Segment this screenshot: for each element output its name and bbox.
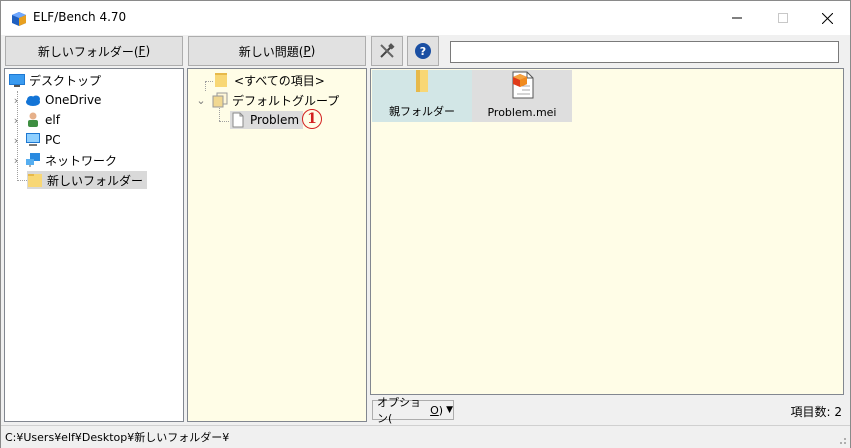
item-count: 項目数: 2	[790, 405, 843, 419]
new-problem-accesskey: P	[303, 44, 311, 58]
new-folder-label: 新しいフォルダー(	[37, 44, 139, 59]
minimize-icon	[732, 17, 742, 19]
problem-file-icon	[509, 71, 535, 102]
chevron-down-icon: ▼	[446, 405, 453, 415]
folder-icon	[214, 72, 230, 88]
user-icon	[25, 112, 41, 128]
tree-item-all-items[interactable]: <すべての項目>	[214, 71, 325, 89]
cloud-icon	[25, 92, 41, 108]
document-icon	[230, 112, 246, 128]
tree-item-label: ネットワーク	[45, 153, 118, 168]
resize-grip-icon[interactable]	[837, 435, 847, 445]
problem-tree-panel: <すべての項目> ⌄ デフォルトグループ Problem 1	[187, 68, 367, 422]
expand-chevron-icon[interactable]: ›	[11, 131, 21, 149]
help-icon: ?	[415, 43, 431, 59]
folder-icon	[27, 172, 43, 188]
title-bar: ELF/Bench 4.70	[1, 1, 850, 35]
tree-item-desktop[interactable]: デスクトップ	[9, 71, 101, 89]
new-problem-label: 新しい問題(	[238, 44, 304, 59]
network-icon	[25, 152, 41, 168]
expand-chevron-icon[interactable]: ›	[11, 91, 21, 109]
tree-item-user[interactable]: elf	[25, 111, 60, 129]
new-folder-accesskey: F	[138, 44, 146, 58]
tree-item-label: <すべての項目>	[234, 73, 325, 88]
desktop-icon	[9, 72, 25, 88]
tile-parent-folder[interactable]: 親フォルダー	[372, 70, 472, 122]
tree-item-label: デスクトップ	[29, 73, 102, 88]
minimize-button[interactable]	[714, 1, 760, 35]
tree-item-label: 新しいフォルダー	[47, 173, 144, 188]
tree-item-label: デフォルトグループ	[232, 93, 340, 108]
tools-icon	[380, 43, 395, 58]
svg-text:?: ?	[420, 45, 426, 58]
tree-item-default-group[interactable]: デフォルトグループ	[212, 91, 339, 109]
new-folder-button[interactable]: 新しいフォルダー(F)	[5, 36, 183, 66]
new-folder-close-paren: )	[145, 44, 151, 58]
file-list-panel: 親フォルダー Problem.mei	[370, 68, 844, 395]
options-close-paren: )	[438, 403, 444, 417]
search-input[interactable]	[450, 41, 839, 63]
tree-item-problem[interactable]: Problem	[230, 111, 304, 129]
options-label: オプション(	[377, 396, 421, 425]
options-accesskey: O	[430, 403, 439, 417]
annotation-marker: 1	[302, 109, 322, 129]
new-problem-button[interactable]: 新しい問題(P)	[188, 36, 366, 66]
collapse-chevron-icon[interactable]: ⌄	[196, 91, 206, 109]
close-button[interactable]	[804, 1, 850, 35]
app-logo-icon	[11, 11, 27, 27]
tree-item-label: OneDrive	[45, 93, 102, 107]
tile-label: 親フォルダー	[389, 105, 455, 118]
tree-item-pc[interactable]: PC	[25, 131, 61, 149]
tools-button[interactable]	[371, 36, 403, 66]
new-problem-close-paren: )	[310, 44, 316, 58]
computer-icon	[25, 132, 41, 148]
close-icon	[821, 12, 833, 24]
status-bar: C:¥Users¥elf¥Desktop¥新しいフォルダー¥	[1, 425, 850, 448]
folder-icon	[414, 68, 430, 97]
group-icon	[212, 92, 228, 108]
maximize-icon	[778, 13, 788, 23]
options-dropdown[interactable]: オプション( O) ▼	[372, 396, 454, 425]
tile-label: Problem.mei	[487, 106, 557, 119]
expand-chevron-icon[interactable]: ›	[11, 151, 21, 169]
tree-item-label: PC	[45, 133, 61, 147]
tree-item-new-folder[interactable]: 新しいフォルダー	[27, 171, 148, 189]
window-title: ELF/Bench 4.70	[33, 10, 127, 24]
folder-tree-panel: デスクトップ › OneDrive › elf › PC › ネットワーク 新し…	[4, 68, 184, 422]
status-path: C:¥Users¥elf¥Desktop¥新しいフォルダー¥	[5, 431, 230, 444]
expand-chevron-icon[interactable]: ›	[11, 111, 21, 129]
tile-problem-file[interactable]: Problem.mei	[472, 70, 572, 122]
help-button[interactable]: ?	[407, 36, 439, 66]
tree-item-label: Problem	[250, 113, 300, 127]
tree-item-label: elf	[45, 113, 60, 127]
tree-item-network[interactable]: ネットワーク	[25, 151, 117, 169]
tree-item-onedrive[interactable]: OneDrive	[25, 91, 101, 109]
app-window: ELF/Bench 4.70 新しいフォルダー(F) 新しい問題(P) ?	[0, 0, 851, 448]
maximize-button[interactable]	[760, 1, 806, 35]
